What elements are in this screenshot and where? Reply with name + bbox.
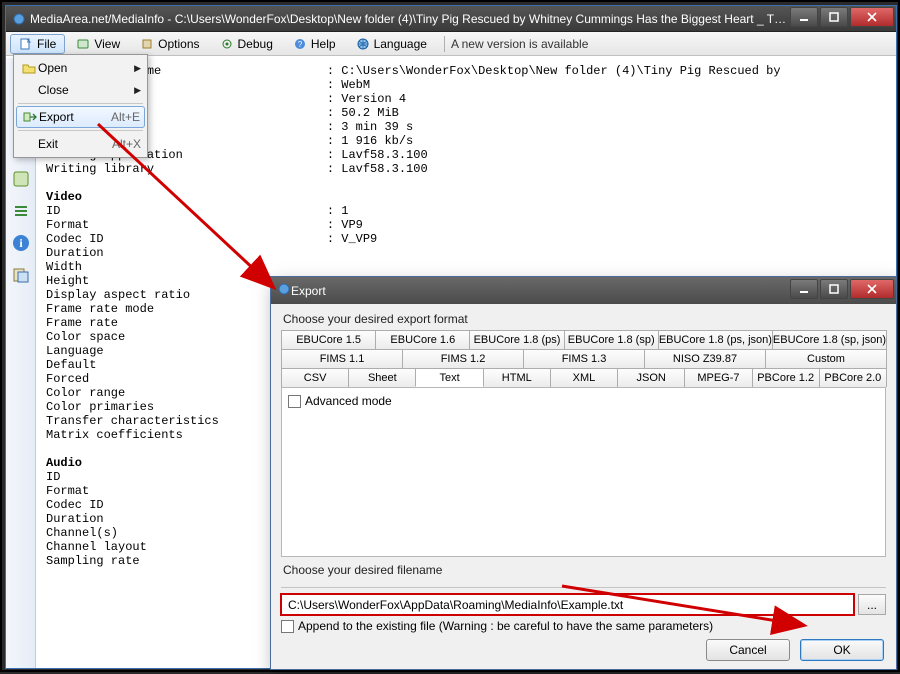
menu-separator: [18, 130, 143, 131]
submenu-arrow-icon: ▶: [134, 85, 141, 96]
side-btn-2[interactable]: [10, 200, 32, 222]
export-tab-ebucore-1-5[interactable]: EBUCore 1.5: [281, 330, 376, 349]
menu-separator: [444, 36, 445, 52]
submenu-arrow-icon: ▶: [134, 63, 141, 74]
export-tab-niso-z39-87[interactable]: NISO Z39.87: [644, 349, 766, 368]
side-btn-info[interactable]: i: [10, 232, 32, 254]
menu-help[interactable]: ? Help: [284, 34, 345, 54]
append-label: Append to the existing file (Warning : b…: [298, 619, 713, 633]
file-menu-open[interactable]: Open ▶: [16, 57, 145, 79]
file-menu-close[interactable]: Close ▶: [16, 79, 145, 101]
file-dropdown: Open ▶ Close ▶ Export Alt+E Exit Alt+X: [13, 54, 148, 158]
choose-filename-label: Choose your desired filename: [283, 563, 886, 577]
export-tab-ebucore-1-8-ps-json-[interactable]: EBUCore 1.8 (ps, json): [658, 330, 773, 349]
new-version-notice[interactable]: A new version is available: [451, 37, 588, 51]
file-icon: [19, 37, 33, 51]
side-btn-4[interactable]: [10, 264, 32, 286]
export-tab-text[interactable]: Text: [415, 368, 483, 387]
advanced-mode-label: Advanced mode: [305, 394, 392, 408]
export-icon: [21, 111, 39, 123]
menu-debug-label: Debug: [238, 37, 273, 51]
file-menu-exit[interactable]: Exit Alt+X: [16, 133, 145, 155]
export-tab-ebucore-1-8-ps-[interactable]: EBUCore 1.8 (ps): [469, 330, 564, 349]
menu-language-label: Language: [374, 37, 427, 51]
tab-content: Advanced mode: [281, 388, 886, 557]
export-app-icon: [277, 282, 291, 299]
menu-options[interactable]: Options: [131, 34, 208, 54]
view-icon: [76, 37, 90, 51]
export-title: Export: [291, 284, 788, 298]
maximize-button[interactable]: [820, 7, 848, 27]
export-tab-json[interactable]: JSON: [617, 368, 685, 387]
menu-help-label: Help: [311, 37, 336, 51]
debug-icon: [220, 37, 234, 51]
export-tab-csv[interactable]: CSV: [281, 368, 349, 387]
export-tab-custom[interactable]: Custom: [765, 349, 887, 368]
export-tab-fims-1-2[interactable]: FIMS 1.2: [402, 349, 524, 368]
export-tab-ebucore-1-8-sp-[interactable]: EBUCore 1.8 (sp): [564, 330, 659, 349]
export-tab-pbcore-1-2[interactable]: PBCore 1.2: [752, 368, 820, 387]
close-button[interactable]: [850, 7, 894, 27]
export-close-button[interactable]: [850, 279, 894, 299]
file-menu-export[interactable]: Export Alt+E: [16, 106, 145, 128]
menu-file-label: File: [37, 37, 56, 51]
export-minimize-button[interactable]: [790, 279, 818, 299]
choose-format-label: Choose your desired export format: [283, 312, 886, 326]
menu-options-label: Options: [158, 37, 199, 51]
window-title: MediaArea.net/MediaInfo - C:\Users\Wonde…: [30, 12, 788, 26]
export-maximize-button[interactable]: [820, 279, 848, 299]
filename-input[interactable]: [281, 594, 854, 615]
svg-text:?: ?: [298, 40, 303, 49]
menu-view-label: View: [94, 37, 120, 51]
menu-debug[interactable]: Debug: [211, 34, 282, 54]
cancel-button[interactable]: Cancel: [706, 639, 790, 661]
language-icon: [356, 37, 370, 51]
menu-separator: [18, 103, 143, 104]
export-tab-mpeg-7[interactable]: MPEG-7: [684, 368, 752, 387]
export-tab-ebucore-1-8-sp-json-[interactable]: EBUCore 1.8 (sp, json): [772, 330, 887, 349]
export-tab-sheet[interactable]: Sheet: [348, 368, 416, 387]
export-tab-fims-1-3[interactable]: FIMS 1.3: [523, 349, 645, 368]
export-titlebar[interactable]: Export: [271, 277, 896, 304]
menu-file[interactable]: File: [10, 34, 65, 54]
menu-language[interactable]: Language: [347, 34, 436, 54]
app-icon: [12, 12, 26, 26]
export-tab-xml[interactable]: XML: [550, 368, 618, 387]
append-checkbox[interactable]: [281, 620, 294, 633]
export-tab-pbcore-2-0[interactable]: PBCore 2.0: [819, 368, 887, 387]
browse-button[interactable]: ...: [858, 594, 886, 615]
export-tab-ebucore-1-6[interactable]: EBUCore 1.6: [375, 330, 470, 349]
side-btn-1[interactable]: [10, 168, 32, 190]
help-icon: ?: [293, 37, 307, 51]
advanced-mode-checkbox[interactable]: [288, 395, 301, 408]
main-titlebar[interactable]: MediaArea.net/MediaInfo - C:\Users\Wonde…: [6, 6, 896, 32]
export-tab-fims-1-1[interactable]: FIMS 1.1: [281, 349, 403, 368]
ok-button[interactable]: OK: [800, 639, 884, 661]
export-tab-html[interactable]: HTML: [483, 368, 551, 387]
menu-view[interactable]: View: [67, 34, 129, 54]
open-icon: [20, 62, 38, 74]
minimize-button[interactable]: [790, 7, 818, 27]
options-icon: [140, 37, 154, 51]
